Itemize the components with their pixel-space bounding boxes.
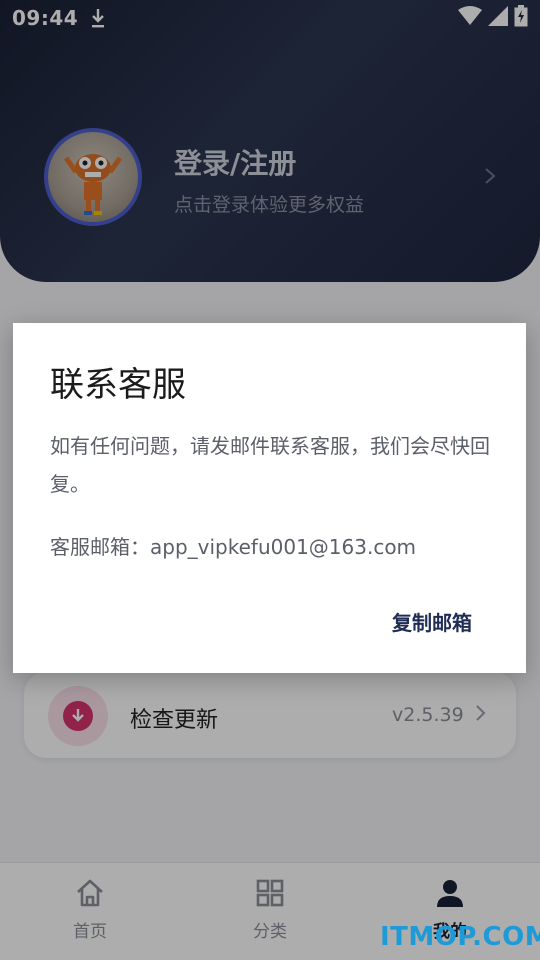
- dialog-title: 联系客服: [50, 365, 186, 405]
- contact-support-dialog: 联系客服 如有任何问题，请发邮件联系客服，我们会尽快回复。 客服邮箱：app_v…: [13, 323, 526, 673]
- dialog-body: 如有任何问题，请发邮件联系客服，我们会尽快回复。: [50, 434, 490, 496]
- watermark: ITMOP.COM: [380, 922, 540, 952]
- copy-email-button[interactable]: 复制邮箱: [377, 601, 487, 641]
- dialog-email: 客服邮箱：app_vipkefu001@163.com: [50, 535, 417, 559]
